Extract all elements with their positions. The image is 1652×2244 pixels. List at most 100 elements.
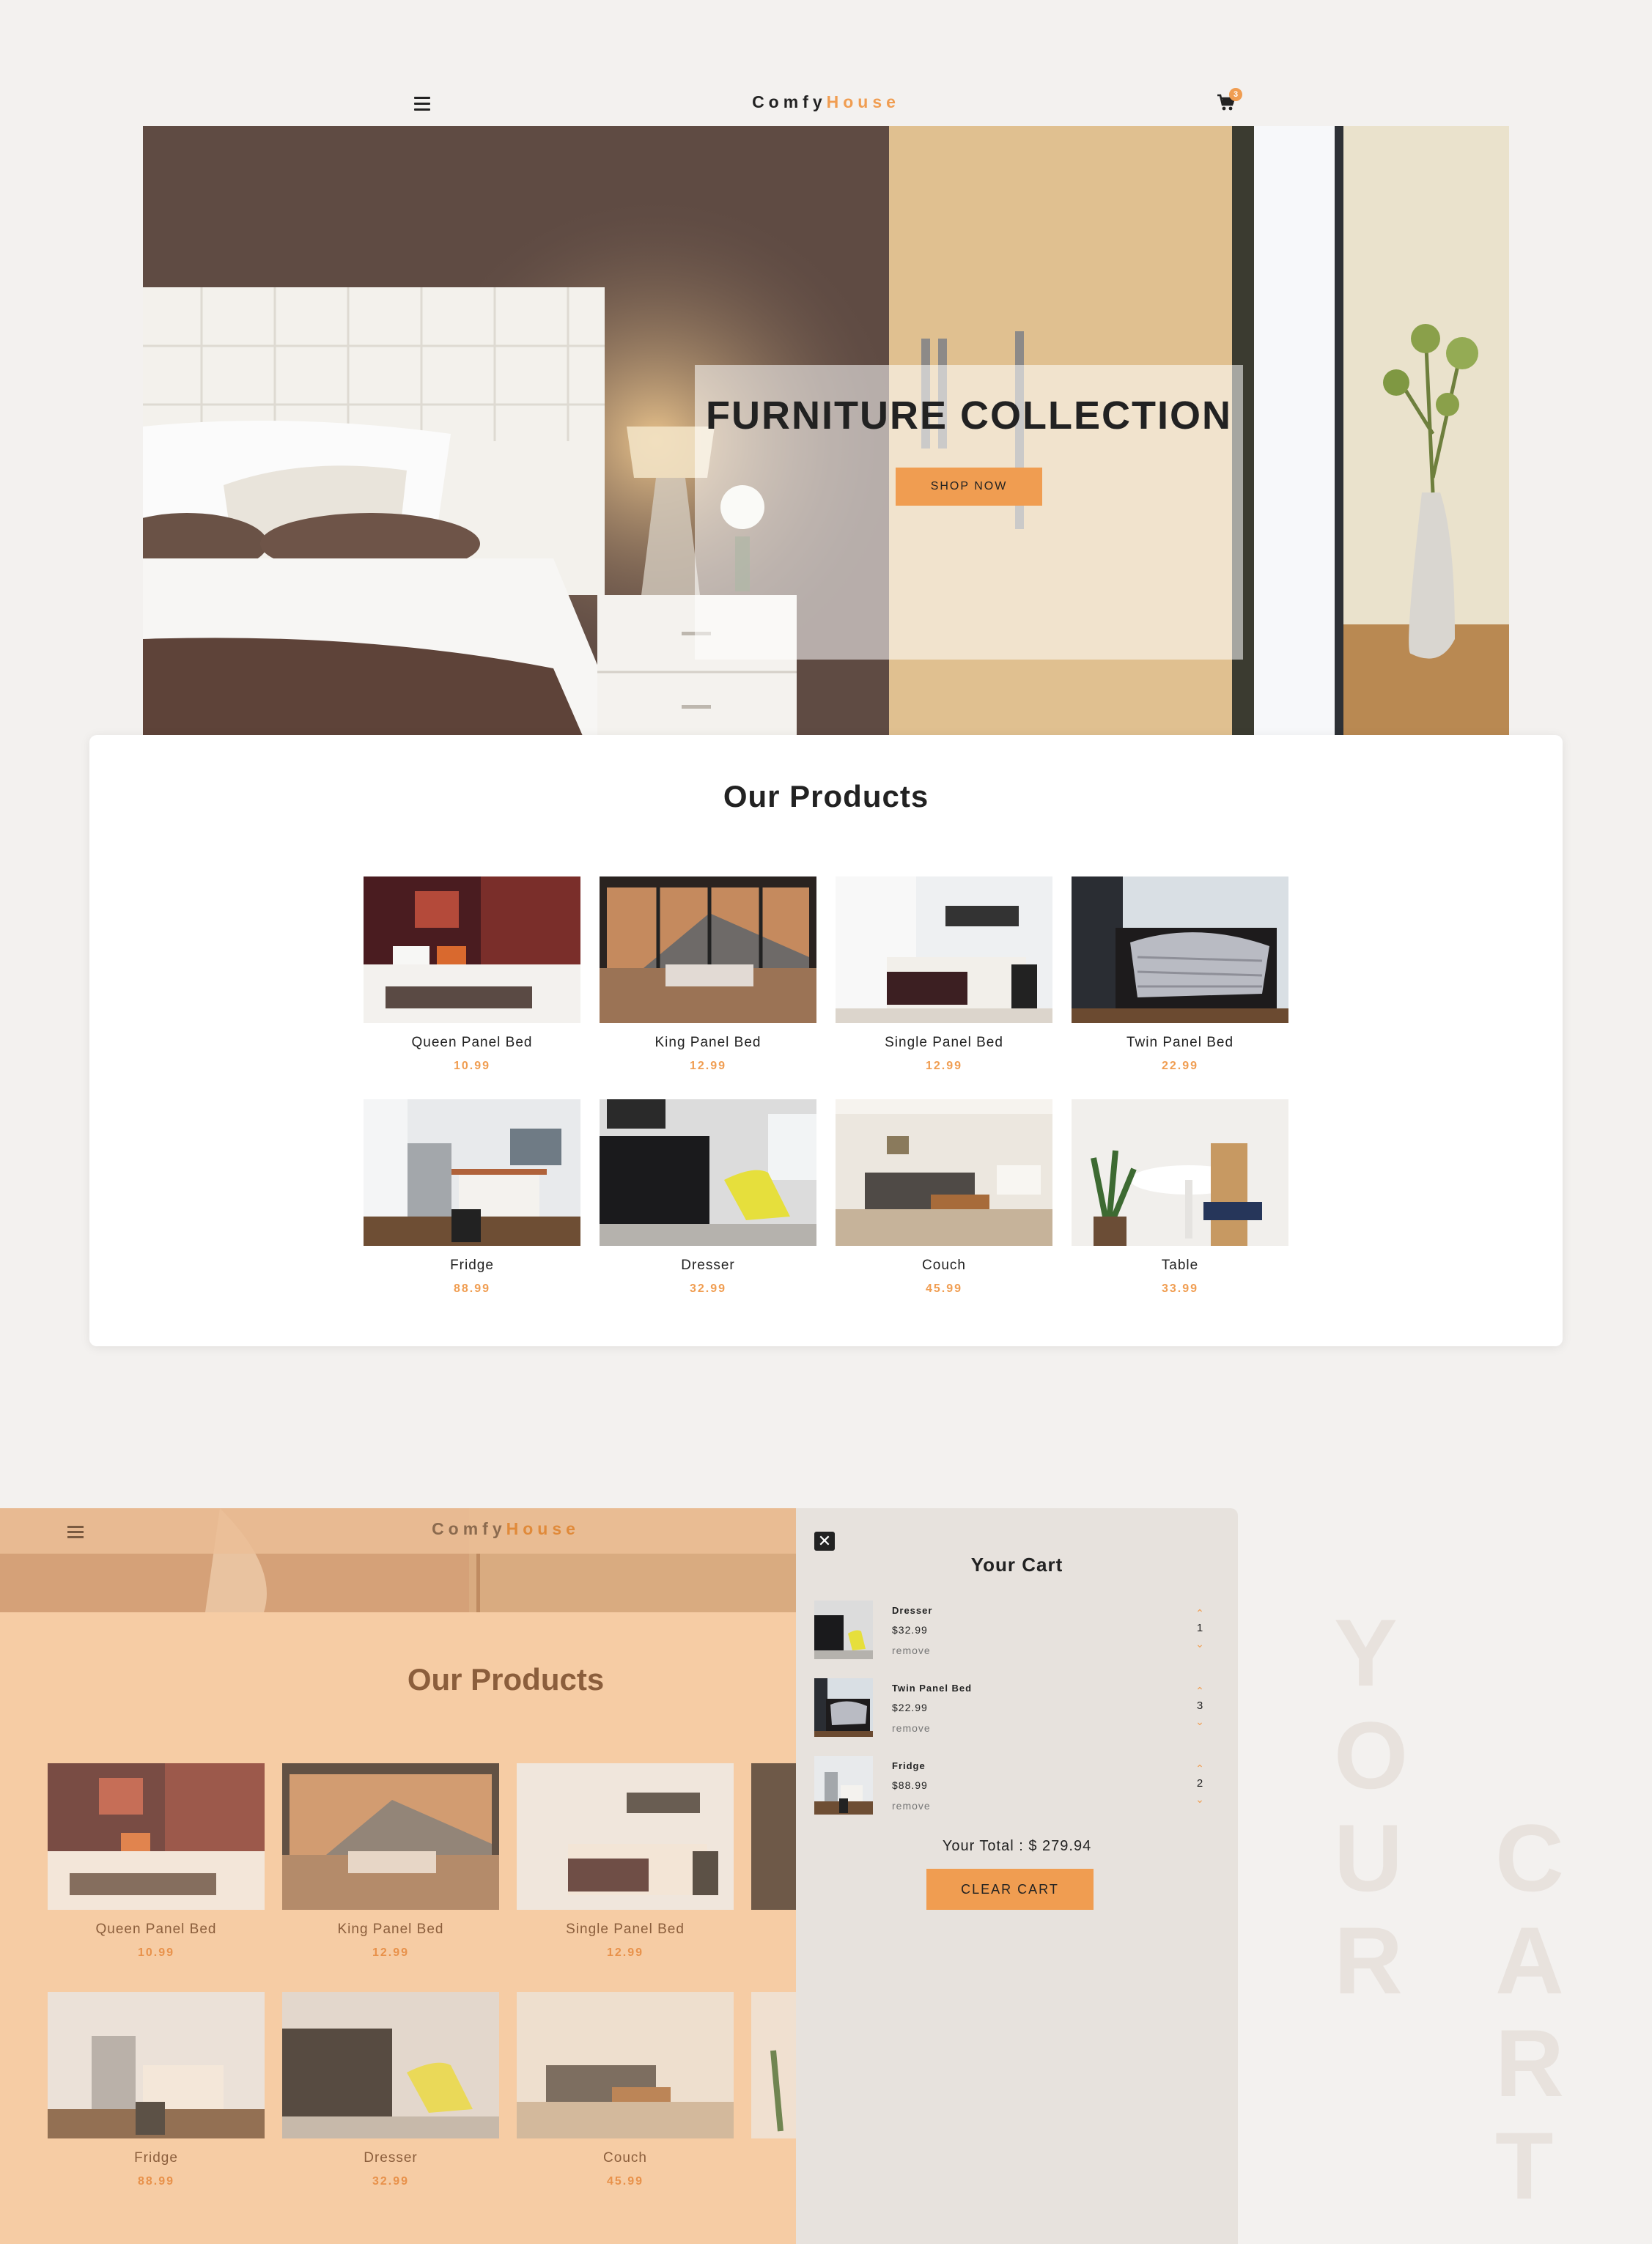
product-name: Queen Panel Bed [411,1035,533,1050]
cart-item-price: $88.99 [892,1779,928,1791]
chevron-down-icon[interactable]: ⌄ [1192,1794,1208,1804]
product-card[interactable]: Single Panel Bed 12.99 [517,1763,734,1960]
product-price: 33.99 [1161,1282,1199,1295]
product-card[interactable] [751,1992,796,2138]
cart-item-price: $22.99 [892,1702,928,1713]
quantity-stepper: ⌃ 2 ⌄ [1192,1763,1208,1804]
product-card[interactable]: Single Panel Bed 12.99 [836,876,1052,1073]
product-card[interactable]: King Panel Bed 12.99 [282,1763,499,1960]
product-image[interactable] [600,1099,816,1246]
product-image[interactable] [600,876,816,1023]
product-price: 22.99 [1161,1060,1199,1072]
quantity-stepper: ⌃ 1 ⌄ [1192,1608,1208,1649]
product-card[interactable] [751,1763,796,1910]
chevron-up-icon[interactable]: ⌃ [1192,1608,1208,1618]
product-image[interactable] [1072,1099,1288,1246]
product-name: Dresser [364,2150,418,2166]
product-price: 12.99 [606,1946,644,1959]
product-card[interactable]: Dresser 32.99 [282,1992,499,2188]
page-overlay[interactable]: ComfyHouse Our Products Queen Panel Bed … [0,1508,796,2244]
product-image[interactable] [282,1763,499,1910]
product-card[interactable]: Fridge 88.99 [48,1992,265,2188]
cart-item: Twin Panel Bed $22.99 remove ⌃ 3 ⌄ [814,1678,1225,1737]
product-price: 88.99 [453,1282,491,1295]
shop-now-button[interactable]: SHOP NOW [896,468,1042,506]
side-letter: C [1495,1804,1564,1911]
product-image[interactable] [836,876,1052,1023]
overlay-hero: ComfyHouse [0,1508,796,1612]
cart-item-image [814,1601,873,1659]
product-image[interactable] [517,1992,734,2138]
product-image[interactable] [751,1992,796,2138]
product-card[interactable]: King Panel Bed 12.99 [600,876,816,1073]
brand-logo: ComfyHouse [0,1519,796,1539]
product-image[interactable] [364,1099,580,1246]
side-letter: T [1495,2112,1554,2219]
product-price: 32.99 [689,1282,727,1295]
brand-part1: Comfy [432,1519,506,1538]
product-price: 32.99 [372,2175,410,2188]
hero-title: FURNITURE COLLECTION [706,394,1232,438]
remove-link[interactable]: remove [892,1800,931,1812]
product-card[interactable]: Couch 45.99 [836,1099,1052,1296]
product-card[interactable]: Table 33.99 [1072,1099,1288,1296]
cart-item-price: $32.99 [892,1624,928,1636]
brand-part1: Comfy [752,92,827,111]
side-letter: A [1495,1907,1564,2014]
product-image[interactable] [282,1992,499,2138]
product-name: Single Panel Bed [885,1035,1003,1050]
product-image[interactable] [48,1992,265,2138]
navbar: ComfyHouse 3 [0,81,1652,125]
remove-link[interactable]: remove [892,1645,931,1656]
product-card[interactable]: Twin Panel Bed 22.99 [1072,876,1288,1073]
product-card[interactable]: Fridge 88.99 [364,1099,580,1296]
product-price: 12.99 [372,1946,410,1959]
product-card[interactable]: Couch 45.99 [517,1992,734,2188]
chevron-up-icon[interactable]: ⌃ [1192,1686,1208,1696]
chevron-down-icon[interactable]: ⌄ [1192,1639,1208,1649]
chevron-up-icon[interactable]: ⌃ [1192,1763,1208,1774]
product-price: 88.99 [137,2175,175,2188]
quantity-stepper: ⌃ 3 ⌄ [1192,1686,1208,1727]
product-card[interactable]: Queen Panel Bed 10.99 [364,876,580,1073]
product-price: 10.99 [453,1060,491,1072]
product-image[interactable] [1072,876,1288,1023]
cart-button[interactable]: 3 [1217,88,1242,117]
product-name: King Panel Bed [337,1922,444,1937]
cart-title: Your Cart [970,1554,1063,1576]
product-price: 10.99 [137,1946,175,1959]
product-price: 12.99 [925,1060,963,1072]
product-price: 45.99 [606,2175,644,2188]
brand-part2: House [826,92,900,111]
product-card[interactable]: Dresser 32.99 [600,1099,816,1296]
cart-item-image [814,1678,873,1737]
side-letter: U [1334,1804,1403,1911]
brand-part2: House [506,1519,580,1538]
item-quantity: 1 [1196,1622,1203,1634]
side-letter: Y [1334,1599,1398,1706]
product-name: Fridge [134,2150,178,2166]
chevron-down-icon[interactable]: ⌄ [1192,1716,1208,1727]
product-name: Twin Panel Bed [1126,1035,1234,1050]
hero-banner-image: FURNITURE COLLECTION SHOP NOW [143,126,1509,736]
product-name: Couch [603,2150,647,2166]
clear-cart-button[interactable]: CLEAR CART [926,1869,1094,1910]
product-name: Table [1161,1258,1199,1273]
remove-link[interactable]: remove [892,1722,931,1734]
hero-banner: FURNITURE COLLECTION SHOP NOW [695,365,1243,660]
side-letter: R [1334,1907,1403,2014]
product-image[interactable] [836,1099,1052,1246]
cart-count-badge: 3 [1229,88,1242,101]
product-card[interactable]: Queen Panel Bed 10.99 [48,1763,265,1960]
product-price: 45.99 [925,1282,963,1295]
item-quantity: 2 [1196,1777,1203,1790]
cart-item-name: Twin Panel Bed [892,1683,973,1694]
close-icon[interactable]: ✕ [814,1532,835,1551]
cart-total: Your Total : $ 279.94 [942,1838,1092,1854]
product-image[interactable] [517,1763,734,1910]
product-image[interactable] [48,1763,265,1910]
product-name: Couch [922,1258,966,1273]
product-image[interactable] [751,1763,796,1910]
product-image[interactable] [364,876,580,1023]
product-name: King Panel Bed [654,1035,762,1050]
